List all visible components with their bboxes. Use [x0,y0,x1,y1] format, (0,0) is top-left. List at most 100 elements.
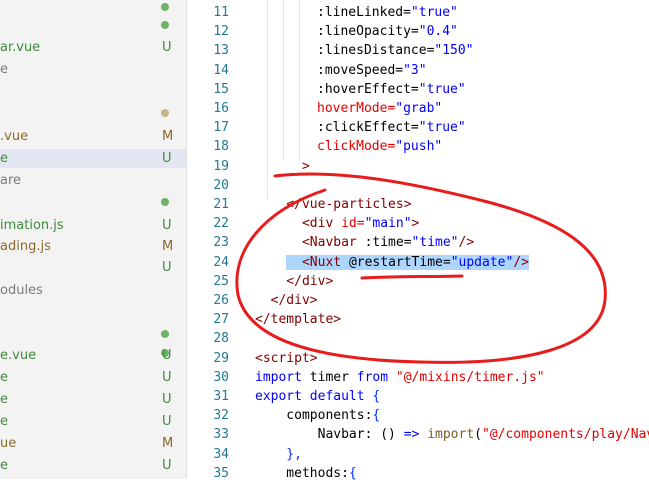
sidebar-file-item[interactable]: ading.js M [0,237,186,256]
code-token: </div> [255,293,318,308]
git-status-badge: U [162,392,172,407]
file-name-label: e [0,392,8,407]
code-token: hoverMode= [317,101,396,116]
sidebar-file-item[interactable]: eU [0,412,186,431]
code-editor[interactable]: 11:lineLinked="true" 12:lineOpacity="0.4"… [187,0,649,481]
file-name-label: odules [0,283,43,298]
file-name-label: ar.vue [0,40,41,55]
line-number: 35 [213,465,229,481]
sidebar-file-item[interactable]: ue M [0,434,186,453]
line-number: 12 [213,24,229,40]
code-line[interactable]: 22 <div id="main"> [187,214,649,233]
line-number: 15 [213,81,229,97]
code-token: "@/components/play/Navb [482,427,649,443]
code-text: :moveSpeed="3" [317,61,427,80]
code-line[interactable]: 35 methods:{ [187,464,649,483]
sidebar-file-item[interactable] [0,303,186,322]
sidebar-file-item[interactable]: eU [0,368,186,387]
sidebar-file-item[interactable]: eU [0,390,186,409]
git-status-badge: M [162,129,174,144]
code-text: <div id="main"> [255,214,419,233]
code-line[interactable]: 19 > [187,157,649,176]
sidebar-file-item[interactable]: are [0,171,186,190]
sidebar-file-item[interactable] [0,0,186,17]
code-text: methods:{ [255,464,356,483]
file-name-label: e [0,62,8,77]
sidebar-file-item[interactable]: .vue M [0,127,186,146]
code-line[interactable]: 12:lineOpacity="0.4" [187,22,649,41]
code-line[interactable]: 17:clickEffect="true" [187,118,649,137]
code-text: :linesDistance="150" [317,41,474,60]
line-number: 33 [213,427,229,443]
code-token: @restartTime= [348,254,451,270]
code-line[interactable]: 33 Navbar: () => import("@/components/pl… [187,425,649,444]
line-number: 27 [213,312,229,328]
code-text: <Nuxt @restartTime="update"/> [255,253,529,272]
sidebar-file-item[interactable]: eU [0,149,186,168]
code-token: "push" [395,139,443,155]
code-line[interactable]: 26 </div> [187,291,649,310]
code-line[interactable]: 27 </template> [187,310,649,329]
sidebar-file-item[interactable] [0,82,186,101]
code-line[interactable]: 24 <Nuxt @restartTime="update"/> [187,253,649,272]
sidebar-file-item[interactable] [0,193,186,212]
code-text: hoverMode="grab" [317,99,442,118]
line-number: 21 [213,197,229,212]
code-text: <script> [255,349,318,368]
code-line[interactable]: 28 [187,329,649,348]
code-line[interactable]: 21 </vue-particles> [187,195,649,214]
code-line[interactable]: 31 export default { [187,387,649,406]
line-number: 16 [213,101,229,116]
code-line[interactable]: 16 hoverMode="grab" [187,99,649,118]
git-status-badge: U [162,260,172,275]
file-name-label: e [0,370,8,385]
code-line[interactable]: 20 [187,176,649,195]
git-status-badge: U [162,414,172,429]
line-number: 24 [213,254,229,270]
sidebar-file-item[interactable]: imation.js U [0,216,186,235]
code-line[interactable]: 30 import timer from "@/mixins/timer.js" [187,368,649,387]
sidebar-file-item[interactable] [0,16,186,35]
code-token: ( [474,427,482,443]
code-token: export default [255,389,373,404]
code-line[interactable]: 29 <script> [187,349,649,368]
sidebar-file-item[interactable] [0,104,186,123]
code-line[interactable]: 13 :linesDistance="150" [187,41,649,60]
line-number: 30 [213,369,229,385]
code-line[interactable]: 18 clickMode="push" [187,137,649,156]
code-line[interactable]: 14:moveSpeed="3" [187,61,649,80]
line-number: 19 [213,158,229,174]
code-token: Navbar: [255,427,381,443]
file-name-label: e.vue [0,348,37,363]
code-line[interactable]: 15:hoverEffect="true" [187,80,649,99]
file-name-label: .vue [0,129,29,144]
code-token: /> [513,254,529,270]
code-token: => [403,427,428,443]
code-token: "grab" [395,101,443,116]
code-text: <Navbar :time="time"/> [255,233,474,252]
code-line[interactable]: 23 <Navbar :time="time"/> [187,233,649,252]
line-number: 32 [213,408,229,424]
git-status-dot-icon [161,109,169,117]
sidebar-file-item[interactable]: e [0,60,186,79]
code-token: :hoverEffect= [317,81,419,97]
code-token: "main" [364,216,412,232]
code-line[interactable]: 32 components:{ [187,406,649,425]
sidebar-file-item[interactable]: ar.vue U [0,38,186,57]
code-text: </div> [255,272,333,291]
code-token: timer [309,369,357,385]
sidebar-file-item[interactable]: odules [0,281,186,300]
line-number: 13 [213,43,229,59]
sidebar-file-item[interactable]: e.vue U [0,346,186,365]
code-token: <Nuxt [286,254,349,270]
sidebar-file-item[interactable]: U [0,258,186,277]
sidebar-file-item[interactable] [0,325,186,344]
git-status-dot-icon [161,21,169,29]
file-name-label: e [0,458,8,473]
code-line[interactable]: 11:lineLinked="true" [187,3,649,22]
code-token: () [380,427,404,443]
code-line[interactable]: 34 }, [187,445,649,464]
sidebar-file-item[interactable]: eU [0,456,186,475]
code-text: components:{ [255,406,380,425]
code-line[interactable]: 25 </div> [187,272,649,291]
